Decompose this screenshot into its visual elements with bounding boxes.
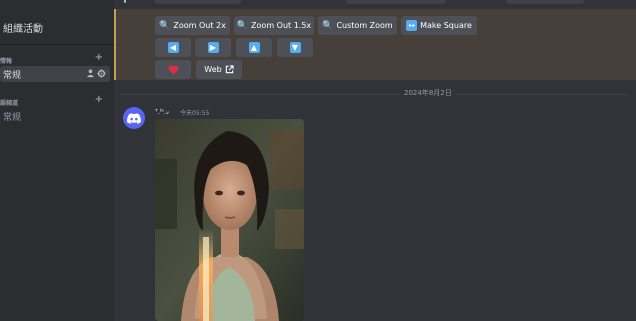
category-text-channels[interactable]: 情報 + bbox=[0, 52, 110, 66]
arrow-down-icon: ▼ bbox=[289, 42, 301, 53]
button-label: Zoom Out 2x bbox=[173, 21, 226, 30]
voice-channel-general[interactable]: 常规 bbox=[0, 108, 110, 124]
top-strip bbox=[114, 0, 636, 9]
channel-label: 常规 bbox=[3, 113, 22, 123]
custom-zoom-button[interactable]: 🔍 Custom Zoom bbox=[318, 16, 397, 35]
make-square-button[interactable]: ↔ Make Square bbox=[401, 16, 477, 35]
pan-down-button[interactable]: ▼ bbox=[277, 38, 313, 57]
pan-right-button[interactable]: ▶ bbox=[195, 38, 231, 57]
button-label: Zoom Out 1.5x bbox=[251, 21, 312, 30]
channel-item-general[interactable]: 常规 bbox=[0, 66, 110, 82]
category-label: 情報 bbox=[0, 58, 13, 65]
button-label: Make Square bbox=[420, 21, 472, 30]
button-label: Custom Zoom bbox=[336, 21, 393, 30]
invite-icon[interactable] bbox=[86, 69, 95, 78]
left-right-arrow-icon: ↔ bbox=[406, 20, 418, 31]
heart-icon bbox=[168, 65, 178, 75]
hash-icon bbox=[124, 0, 126, 3]
previous-button-edge bbox=[346, 0, 446, 4]
pan-up-button[interactable]: ▲ bbox=[236, 38, 272, 57]
arrow-right-icon: ▶ bbox=[207, 42, 219, 53]
server-title: 組織活動 bbox=[3, 24, 43, 35]
channel-sidebar: 組織活動 情報 + 常规 語頻道 + 常规 bbox=[0, 0, 114, 321]
message-timestamp: 今天05:55 bbox=[180, 110, 210, 117]
add-channel-icon[interactable]: + bbox=[95, 94, 103, 105]
bot-buttons-area: 🔍 Zoom Out 2x 🔍 Zoom Out 1.5x 🔍 Custom Z… bbox=[114, 9, 636, 80]
date-divider-line bbox=[120, 94, 628, 95]
avatar[interactable] bbox=[123, 107, 145, 129]
date-divider: 2024年8月2日 bbox=[400, 88, 456, 98]
magnifier-icon: 🔍 bbox=[236, 20, 249, 31]
mention-accent-bar bbox=[114, 9, 116, 80]
external-link-icon bbox=[225, 65, 234, 74]
magnifier-icon: 🔍 bbox=[322, 20, 334, 31]
channel-label: 常规 bbox=[3, 71, 22, 81]
previous-button-edge bbox=[506, 0, 584, 4]
gear-icon[interactable] bbox=[97, 69, 106, 78]
previous-button-edge bbox=[155, 0, 241, 4]
arrow-left-icon: ◀ bbox=[167, 42, 179, 53]
category-label: 語頻道 bbox=[0, 100, 19, 107]
category-voice-channels[interactable]: 語頻道 + bbox=[0, 94, 110, 108]
pan-left-button[interactable]: ◀ bbox=[155, 38, 191, 57]
server-header[interactable]: 組織活動 bbox=[0, 8, 114, 45]
add-channel-icon[interactable]: + bbox=[95, 52, 103, 63]
attached-image[interactable] bbox=[155, 119, 304, 321]
discord-logo-icon bbox=[127, 112, 141, 124]
magnifier-icon: 🔍 bbox=[159, 20, 171, 31]
zoom-out-1-5x-button[interactable]: 🔍 Zoom Out 1.5x bbox=[234, 16, 314, 35]
web-link-button[interactable]: Web bbox=[196, 60, 242, 79]
arrow-up-icon: ▲ bbox=[248, 42, 260, 53]
favorite-button[interactable] bbox=[155, 60, 191, 79]
message-author[interactable]: ᵀ.ˡᵒ.ᵥ bbox=[155, 108, 169, 116]
zoom-out-2x-button[interactable]: 🔍 Zoom Out 2x bbox=[155, 16, 230, 35]
button-label: Web bbox=[204, 65, 222, 74]
